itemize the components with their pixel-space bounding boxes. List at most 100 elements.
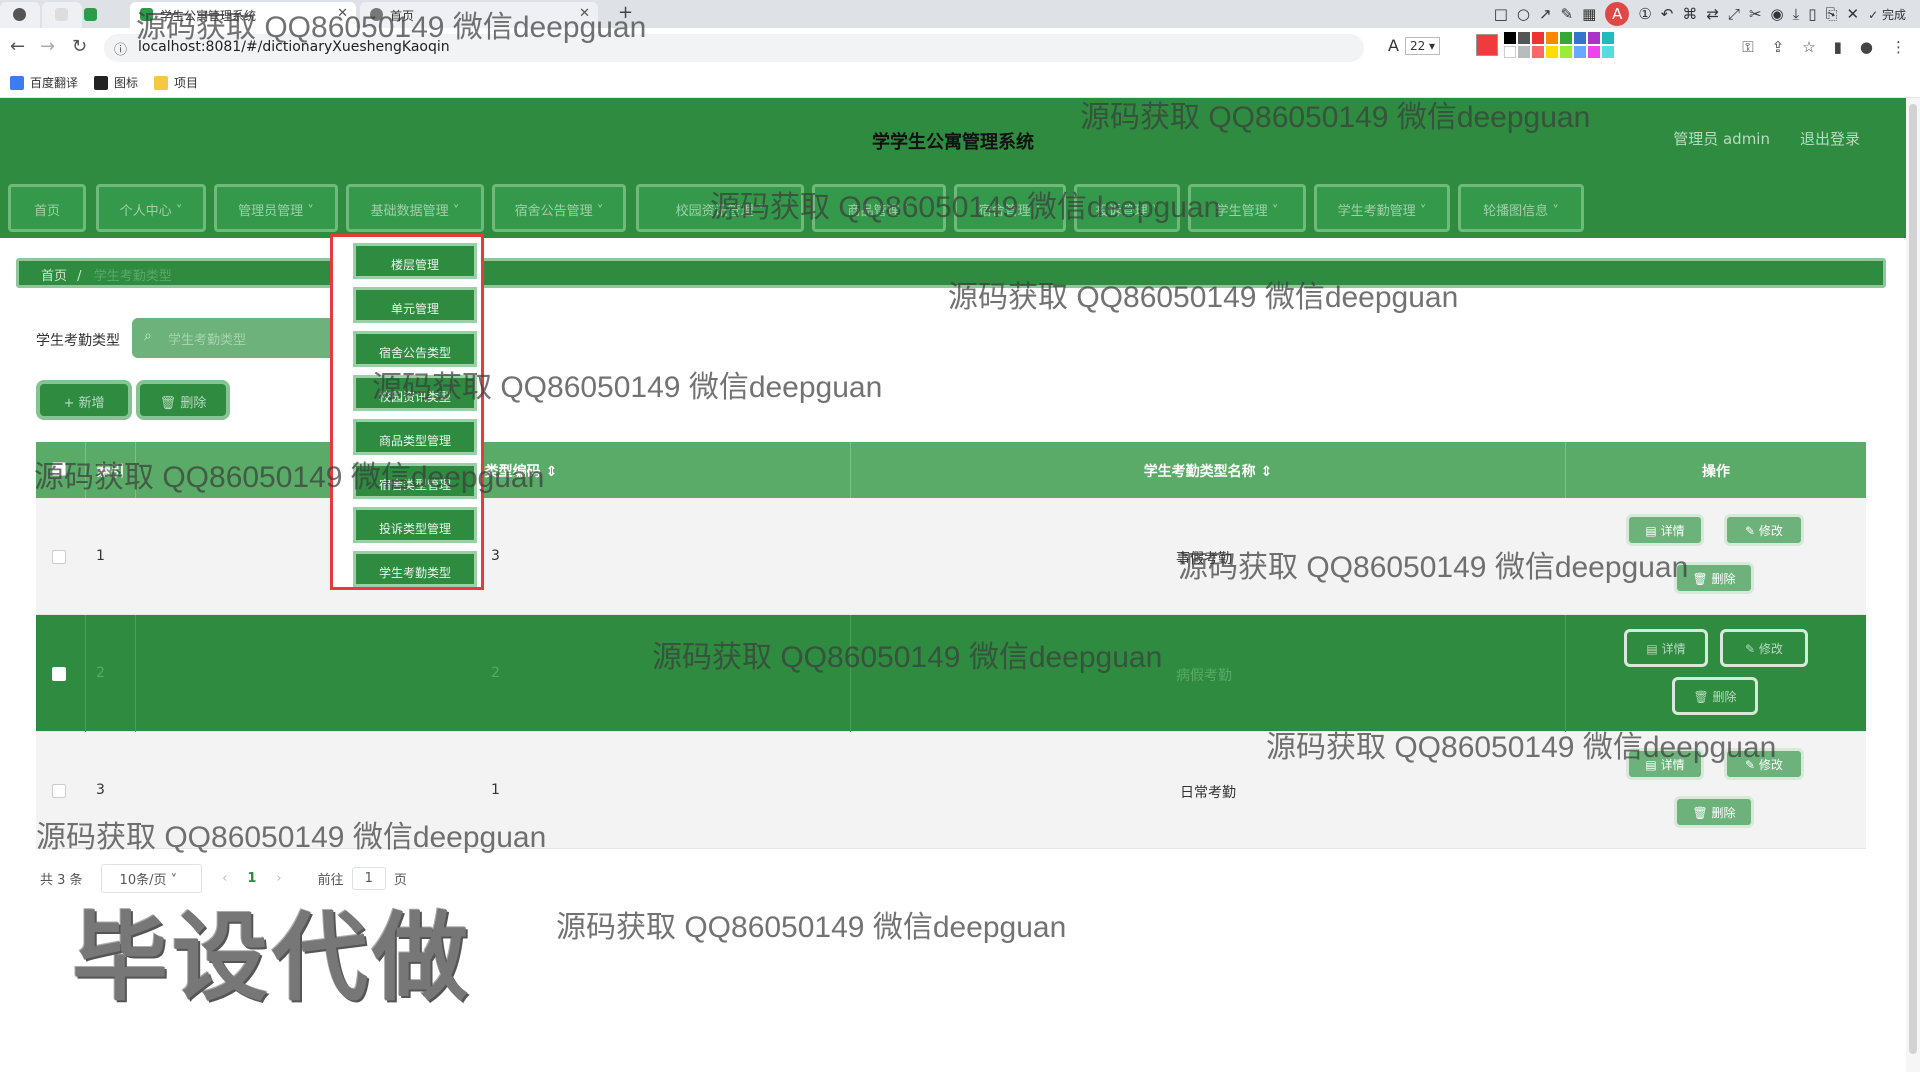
dropdown-item-goods-type[interactable]: 商品类型管理 [353, 419, 477, 455]
row-checkbox[interactable] [52, 667, 66, 681]
color-swatch[interactable] [1588, 32, 1600, 44]
tab-home[interactable]: 首页 ✕ [360, 2, 598, 28]
bookmark-icons[interactable]: 图标 [94, 74, 138, 91]
font-size-select[interactable]: 22 ▾ [1404, 36, 1441, 55]
back-icon[interactable]: ← [10, 36, 25, 57]
color-swatch[interactable] [1602, 32, 1614, 44]
edit-button[interactable]: ✎ 修改 [1724, 748, 1804, 780]
tab-pinned-2[interactable] [42, 2, 82, 28]
bookmark-project[interactable]: 项目 [154, 74, 198, 91]
color-swatch[interactable] [1560, 32, 1572, 44]
key-icon[interactable]: ⚿ [1742, 38, 1753, 56]
color-swatch[interactable] [1504, 46, 1516, 58]
delete-button[interactable]: 🗑 删除 [1674, 796, 1754, 828]
scrollbar-thumb[interactable] [1909, 104, 1917, 1054]
dropdown-item-notice-type[interactable]: 宿舍公告类型 [353, 331, 477, 367]
row-checkbox[interactable] [52, 550, 66, 564]
batch-delete-button[interactable]: 🗑 删除 [136, 380, 230, 420]
cancel-icon[interactable]: ✕ [1847, 5, 1860, 23]
color-swatch[interactable] [1560, 46, 1572, 58]
dropdown-item-floor[interactable]: 楼层管理 [353, 243, 477, 279]
goto-input[interactable]: 1 [351, 867, 386, 890]
menu-carousel[interactable]: 轮播图信息 ˅ [1458, 184, 1584, 232]
page-scrollbar[interactable] [1906, 98, 1920, 1072]
copy-icon[interactable]: ▯ [1808, 5, 1816, 23]
circle-tool-icon[interactable]: ○ [1517, 5, 1530, 23]
tab-pinned[interactable] [0, 2, 40, 28]
menu-basic-data[interactable]: 基础数据管理 ˅ [346, 184, 484, 232]
select-all-checkbox[interactable] [52, 462, 66, 476]
table-row[interactable]: 1 3 事假考勤 ▤ 详情 ✎ 修改 🗑 删除 [36, 498, 1866, 615]
close-icon[interactable]: ✕ [337, 6, 348, 21]
detail-button[interactable]: ▤ 详情 [1624, 629, 1708, 667]
col-name[interactable]: 学生考勤类型名称 ⇕ [851, 442, 1566, 498]
dropdown-item-unit[interactable]: 单元管理 [353, 287, 477, 323]
translate-tool-icon[interactable]: ⇄ [1706, 5, 1719, 23]
pen-tool-icon[interactable]: ✎ [1561, 5, 1574, 23]
menu-admin[interactable]: 管理员管理 ˅ [214, 184, 338, 232]
dropdown-item-complaint-type[interactable]: 投诉类型管理 [353, 507, 477, 543]
tab-active[interactable]: 学生公寓管理系统 ✕ [130, 2, 356, 28]
close-icon[interactable]: ✕ [579, 6, 590, 21]
arrow-tool-icon[interactable]: ↗ [1539, 5, 1552, 23]
current-color-swatch[interactable] [1476, 34, 1498, 56]
bookmark-icon[interactable]: ⎘ [1826, 5, 1838, 23]
rect-tool-icon[interactable]: □ [1494, 5, 1508, 23]
profile-icon[interactable]: ● [1860, 38, 1873, 56]
menu-dorm[interactable]: 宿舍管理 ˅ [954, 184, 1066, 232]
number-tool-icon[interactable]: ① [1638, 5, 1651, 23]
search-input[interactable]: ⌕ 学生考勤类型 [132, 318, 352, 358]
color-swatch[interactable] [1546, 32, 1558, 44]
add-button[interactable]: + 新增 [36, 380, 132, 420]
color-swatch[interactable] [1518, 32, 1530, 44]
color-swatch[interactable] [1532, 32, 1544, 44]
dropdown-item-attendance-type[interactable]: 学生考勤类型 [353, 551, 477, 587]
download-icon[interactable]: ⤓ [1793, 5, 1800, 23]
edit-button[interactable]: ✎ 修改 [1724, 514, 1804, 546]
page-number[interactable]: 1 [247, 871, 256, 886]
col-code[interactable]: 学生考勤类型编码 ⇕ [136, 442, 851, 498]
menu-campus-news[interactable]: 校园资讯管理 ˅ [636, 184, 804, 232]
menu-profile[interactable]: 个人中心 ˅ [96, 184, 206, 232]
color-swatch[interactable] [1602, 46, 1614, 58]
page-size-select[interactable]: 10条/页 ˅ [100, 864, 203, 893]
dropdown-item-dorm-type[interactable]: 宿舍类型管理 [353, 463, 477, 499]
mosaic-tool-icon[interactable]: ▦ [1582, 5, 1596, 23]
next-page-icon[interactable]: › [276, 871, 281, 886]
menu-complaint[interactable]: 投诉管理 ˅ [1074, 184, 1180, 232]
color-swatch[interactable] [1574, 32, 1586, 44]
bookmark-baidu-translate[interactable]: 百度翻译 [10, 74, 78, 91]
color-swatch[interactable] [1546, 46, 1558, 58]
color-swatch[interactable] [1574, 46, 1586, 58]
more-icon[interactable]: ⋮ [1891, 38, 1906, 56]
row-checkbox[interactable] [52, 784, 66, 798]
prev-page-icon[interactable]: ‹ [222, 871, 227, 886]
menu-dorm-notice[interactable]: 宿舍公告管理 ˅ [492, 184, 626, 232]
logout-link[interactable]: 退出登录 [1800, 128, 1860, 149]
ocr-tool-icon[interactable]: ⌘ [1682, 5, 1697, 23]
reload-icon[interactable]: ↻ [72, 36, 87, 57]
color-swatch[interactable] [1532, 46, 1544, 58]
menu-goods[interactable]: 商品管理 ˅ [812, 184, 946, 232]
star-icon[interactable]: ☆ [1802, 38, 1815, 56]
detail-button[interactable]: ▤ 详情 [1626, 514, 1704, 546]
menu-student[interactable]: 学生管理 ˅ [1188, 184, 1306, 232]
delete-button[interactable]: 🗑 删除 [1672, 677, 1758, 715]
color-swatch[interactable] [1504, 32, 1516, 44]
color-swatch[interactable] [1588, 46, 1600, 58]
breadcrumb-home[interactable]: 首页 [41, 269, 67, 284]
new-tab-icon[interactable]: + [618, 2, 633, 23]
edit-button[interactable]: ✎ 修改 [1720, 629, 1808, 667]
dropdown-item-news-type[interactable]: 校园资讯类型 [353, 375, 477, 411]
delete-button[interactable]: 🗑 删除 [1674, 562, 1754, 594]
table-row[interactable]: 3 1 日常考勤 ▤ 详情 ✎ 修改 🗑 删除 [36, 732, 1866, 849]
tab-pinned-3[interactable] [84, 2, 98, 28]
share-icon[interactable]: ⇪ [1772, 38, 1785, 56]
sidebar-icon[interactable]: ▮ [1834, 38, 1842, 56]
done-button[interactable]: ✓ 完成 [1868, 6, 1906, 23]
undo-icon[interactable]: ↶ [1661, 5, 1674, 23]
long-shot-icon[interactable]: ⤢ [1728, 5, 1740, 23]
info-icon[interactable]: ⓘ [114, 39, 127, 58]
menu-attendance[interactable]: 学生考勤管理 ˅ [1314, 184, 1450, 232]
record-icon[interactable]: ◉ [1771, 5, 1784, 23]
